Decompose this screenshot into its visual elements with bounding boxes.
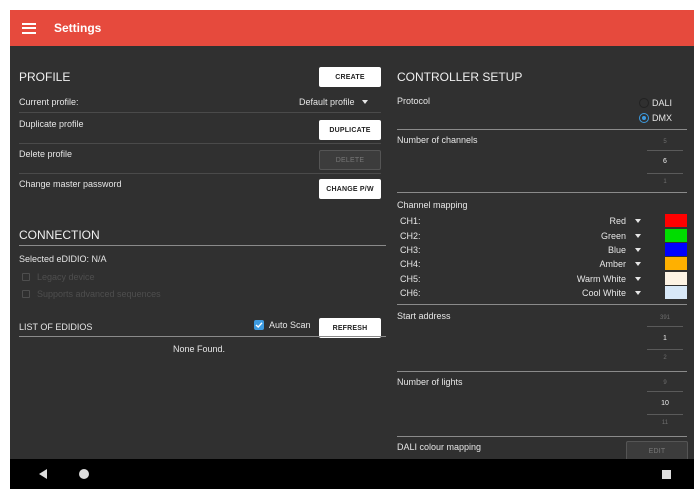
channel-label: CH2:	[400, 231, 421, 241]
page-title: Settings	[54, 21, 102, 35]
chevron-down-icon	[635, 234, 641, 238]
current-profile-dropdown[interactable]: Default profile	[299, 97, 368, 107]
divider	[397, 129, 687, 130]
divider	[397, 192, 687, 193]
profile-title: PROFILE	[19, 70, 71, 84]
start-address-picker[interactable]: 391 1 2	[647, 312, 683, 366]
channel-dropdown[interactable]: Warm White	[577, 274, 641, 284]
channel-label: CH5:	[400, 274, 421, 284]
controller-setup-title: CONTROLLER SETUP	[397, 70, 523, 84]
home-icon[interactable]	[79, 469, 89, 479]
number-of-lights-label: Number of lights	[397, 377, 463, 387]
create-button[interactable]: CREATE	[319, 67, 381, 87]
chevron-down-icon	[635, 248, 641, 252]
start-address-label: Start address	[397, 311, 451, 321]
checkbox-checked-icon	[254, 320, 264, 330]
menu-icon[interactable]	[22, 22, 36, 34]
number-of-channels-label: Number of channels	[397, 135, 478, 145]
current-profile-value: Default profile	[299, 97, 355, 107]
channel-label: CH6:	[400, 288, 421, 298]
radio-unselected-icon	[639, 98, 649, 108]
delete-button[interactable]: DELETE	[319, 150, 381, 170]
main-content: PROFILE CREATE Current profile: Default …	[10, 46, 694, 461]
duplicate-button[interactable]: DUPLICATE	[319, 120, 381, 140]
channels-value: 6	[663, 158, 667, 165]
channel-dropdown[interactable]: Green	[601, 231, 641, 241]
duplicate-profile-label: Duplicate profile	[19, 119, 84, 129]
color-swatch[interactable]	[665, 272, 687, 285]
channel-dropdown[interactable]: Blue	[608, 245, 641, 255]
protocol-radio-dmx[interactable]: DMX	[639, 113, 672, 123]
app-bar: Settings	[10, 10, 694, 46]
selected-edidio-label: Selected eDIDIO: N/A	[19, 254, 107, 264]
divider	[19, 245, 386, 246]
channel-dropdown[interactable]: Red	[609, 216, 641, 226]
recent-apps-icon[interactable]	[662, 470, 671, 479]
chevron-down-icon	[635, 262, 641, 266]
protocol-label: Protocol	[397, 96, 431, 106]
auto-scan-checkbox[interactable]: Auto Scan	[254, 320, 311, 330]
divider	[19, 173, 381, 174]
protocol-radio-dali[interactable]: DALI	[639, 98, 672, 108]
right-column: CONTROLLER SETUP Protocol DALI DMX Numbe…	[396, 46, 694, 461]
chevron-down-icon	[361, 100, 368, 104]
divider	[397, 304, 687, 305]
advanced-sequences-checkbox[interactable]: Supports advanced sequences	[22, 289, 161, 299]
lights-value: 10	[661, 400, 669, 407]
channels-picker[interactable]: 5 6 1	[647, 136, 683, 190]
divider	[397, 371, 687, 372]
radio-selected-icon	[639, 113, 649, 123]
channel-mapping-label: Channel mapping	[397, 200, 468, 210]
divider	[19, 336, 386, 337]
change-password-button[interactable]: CHANGE P/W	[319, 179, 381, 199]
divider	[19, 143, 381, 144]
color-swatch[interactable]	[665, 286, 687, 299]
color-swatch[interactable]	[665, 243, 687, 256]
delete-profile-label: Delete profile	[19, 149, 73, 159]
chevron-down-icon	[635, 219, 641, 223]
divider	[397, 436, 687, 437]
start-address-value: 1	[663, 335, 667, 342]
color-swatch[interactable]	[665, 229, 687, 242]
navigation-bar	[10, 459, 694, 489]
chevron-down-icon	[635, 277, 641, 281]
refresh-button[interactable]: REFRESH	[319, 318, 381, 338]
left-column: PROFILE CREATE Current profile: Default …	[10, 46, 387, 459]
current-profile-label: Current profile:	[19, 97, 79, 107]
color-swatch[interactable]	[665, 257, 687, 270]
auto-scan-label: Auto Scan	[269, 320, 311, 330]
legacy-device-checkbox[interactable]: Legacy device	[22, 272, 95, 282]
color-swatch[interactable]	[665, 214, 687, 227]
divider	[19, 112, 381, 113]
chevron-down-icon	[635, 291, 641, 295]
channel-label: CH4:	[400, 259, 421, 269]
dali-colour-mapping-label: DALI colour mapping	[397, 442, 482, 452]
back-icon[interactable]	[39, 469, 47, 479]
channel-dropdown[interactable]: Amber	[599, 259, 641, 269]
settings-screen: Settings PROFILE CREATE Current profile:…	[10, 10, 694, 489]
channel-dropdown[interactable]: Cool White	[582, 288, 641, 298]
connection-title: CONNECTION	[19, 228, 100, 242]
channel-label: CH3:	[400, 245, 421, 255]
channel-label: CH1:	[400, 216, 421, 226]
lights-picker[interactable]: 9 10 11	[647, 377, 683, 431]
empty-list-message: None Found.	[173, 344, 226, 354]
change-password-label: Change master password	[19, 179, 122, 189]
list-of-edidios-title: LIST OF EDIDIOS	[19, 322, 93, 332]
edit-button[interactable]: EDIT	[626, 441, 688, 461]
